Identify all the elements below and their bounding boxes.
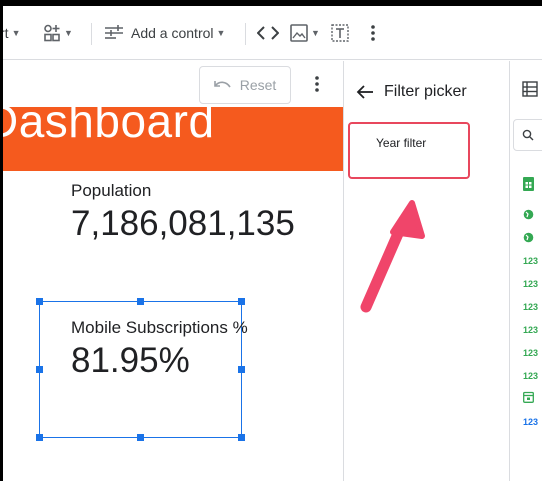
control-icon bbox=[105, 25, 123, 39]
arrow-back-icon[interactable] bbox=[356, 84, 374, 100]
resize-handle[interactable] bbox=[36, 366, 43, 373]
chevron-down-icon: ▼ bbox=[11, 28, 21, 38]
toolbar-divider bbox=[91, 23, 92, 45]
insert-chart-label: rt bbox=[0, 25, 9, 41]
more-vert-icon bbox=[315, 76, 319, 92]
resize-handle[interactable] bbox=[238, 366, 245, 373]
community-viz-button[interactable]: ▼ bbox=[43, 6, 73, 60]
filter-picker-title: Filter picker bbox=[384, 83, 467, 100]
code-icon bbox=[257, 26, 279, 40]
more-toolbar-button[interactable] bbox=[370, 6, 376, 60]
resize-handle[interactable] bbox=[36, 434, 43, 441]
app-window: rt ▼ ▼ Add a control ▼ ▼ Reset Dashboard… bbox=[0, 0, 542, 481]
canvas-more-button[interactable] bbox=[305, 69, 329, 99]
resize-handle[interactable] bbox=[36, 298, 43, 305]
add-control-button[interactable]: Add a control ▼ bbox=[104, 6, 225, 60]
resize-handle[interactable] bbox=[238, 298, 245, 305]
dashboard-banner[interactable]: Dashboard bbox=[3, 107, 343, 171]
year-filter-label: Year filter bbox=[376, 136, 427, 150]
insert-chart-menu[interactable]: rt ▼ bbox=[0, 6, 20, 60]
filter-picker-panel: Filter picker Year filter bbox=[344, 61, 509, 481]
text-button[interactable] bbox=[331, 6, 349, 60]
date-field-icon bbox=[523, 391, 534, 403]
year-filter-item[interactable]: Year filter bbox=[348, 122, 470, 179]
embed-code-button[interactable] bbox=[257, 6, 279, 60]
scorecard-population-value: 7,186,081,135 bbox=[71, 204, 295, 243]
resize-handle[interactable] bbox=[238, 434, 245, 441]
chevron-down-icon: ▼ bbox=[64, 28, 73, 38]
number-field-icon: 123 bbox=[523, 325, 539, 335]
number-field-icon: 123 bbox=[523, 256, 539, 266]
number-field-icon: 123 bbox=[523, 302, 539, 312]
scorecard-mobile-label: Mobile Subscriptions % bbox=[71, 318, 248, 337]
number-field-icon: 123 bbox=[523, 279, 539, 289]
geo-field-icon bbox=[523, 209, 534, 220]
resize-handle[interactable] bbox=[137, 434, 144, 441]
data-source-icon bbox=[522, 81, 538, 97]
more-vert-icon bbox=[371, 25, 375, 41]
report-canvas: Reset Dashboard Population 7,186,081,135… bbox=[3, 61, 343, 481]
reset-label: Reset bbox=[239, 77, 277, 93]
field-search-input[interactable] bbox=[513, 119, 542, 151]
undo-icon bbox=[213, 81, 231, 88]
text-box-icon bbox=[331, 24, 349, 42]
geo-field-icon bbox=[523, 232, 534, 243]
community-visualizations-icon bbox=[44, 24, 60, 42]
data-panel: 123 123 123 123 123 123 123 bbox=[510, 61, 542, 481]
google-sheets-icon bbox=[523, 177, 534, 191]
banner-title: Dashboard bbox=[3, 107, 215, 147]
scorecard-mobile-value: 81.95% bbox=[71, 341, 190, 380]
resize-handle[interactable] bbox=[137, 298, 144, 305]
image-icon bbox=[290, 24, 308, 42]
search-icon bbox=[522, 129, 534, 141]
toolbar-divider bbox=[245, 23, 246, 45]
add-control-label: Add a control bbox=[131, 25, 214, 41]
metric-field-icon: 123 bbox=[523, 417, 539, 427]
image-button[interactable]: ▼ bbox=[290, 6, 320, 60]
scorecard-population-label: Population bbox=[71, 181, 152, 200]
chevron-down-icon: ▼ bbox=[216, 28, 226, 38]
reset-button[interactable]: Reset bbox=[199, 66, 291, 104]
chevron-down-icon: ▼ bbox=[311, 28, 320, 38]
toolbar: rt ▼ ▼ Add a control ▼ ▼ bbox=[0, 6, 542, 60]
number-field-icon: 123 bbox=[523, 371, 539, 381]
number-field-icon: 123 bbox=[523, 348, 539, 358]
